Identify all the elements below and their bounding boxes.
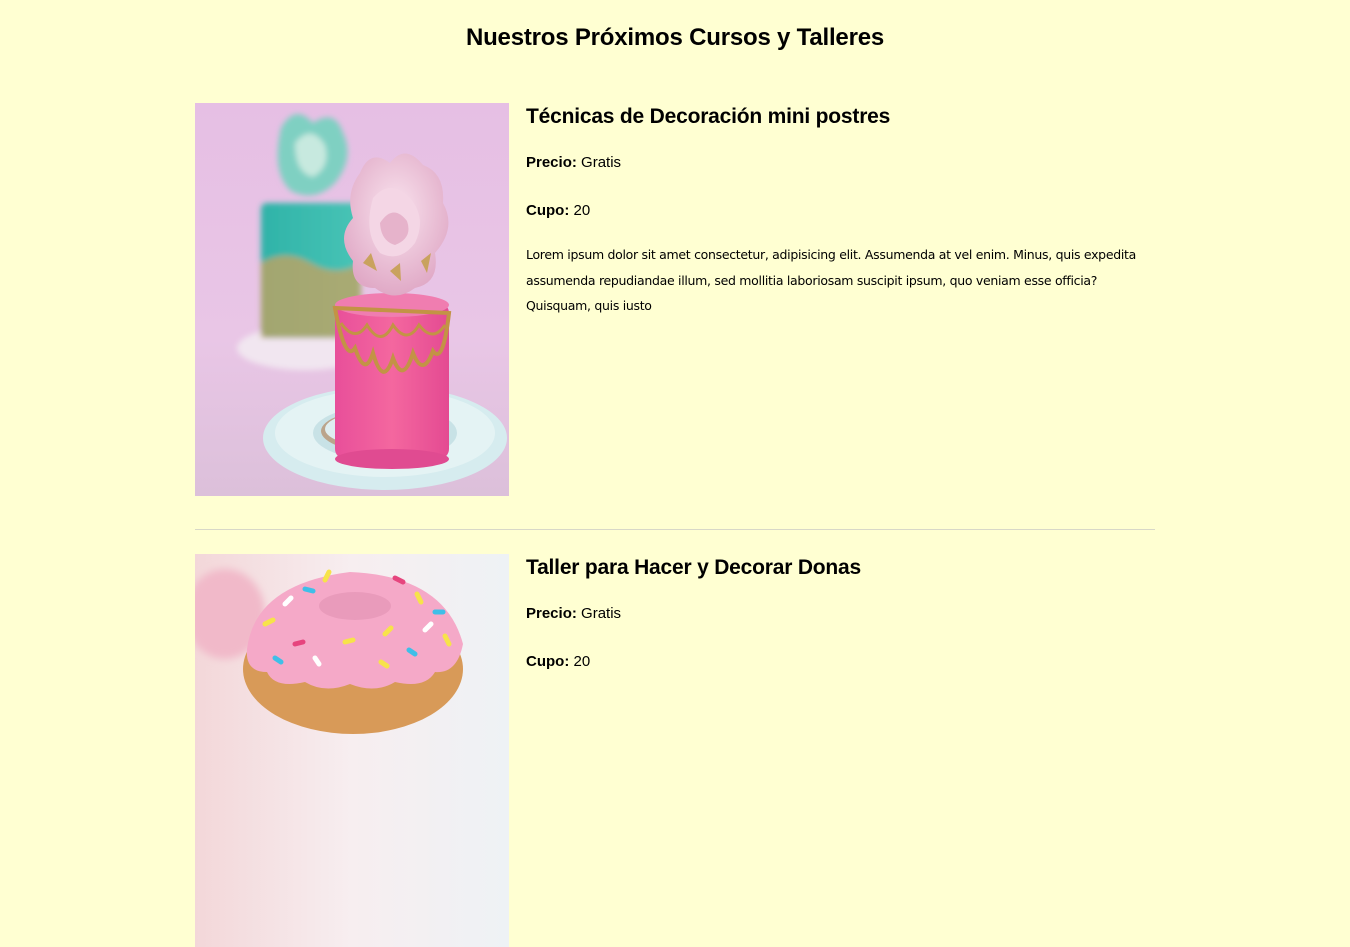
course-title: Taller para Hacer y Decorar Donas (526, 556, 862, 579)
course-info: Taller para Hacer y Decorar Donas Precio… (526, 554, 1155, 670)
course-cupo: Cupo: 20 (526, 652, 590, 672)
mini-cakes-photo (195, 103, 509, 496)
course-description: Lorem ipsum dolor sit amet consectetur, … (526, 247, 1136, 313)
course-card: Taller para Hacer y Decorar Donas Precio… (195, 554, 1155, 947)
course-divider (195, 529, 1155, 530)
cupo-value: 20 (573, 653, 591, 670)
course-title: Técnicas de Decoración mini postres (526, 105, 891, 128)
course-cupo: Cupo: 20 (526, 201, 590, 221)
course-card: Técnicas de Decoración mini postres Prec… (195, 103, 1155, 496)
donut-photo (195, 554, 509, 947)
course-price: Precio: Gratis (526, 153, 621, 173)
price-value: Gratis (581, 605, 622, 622)
course-info: Técnicas de Decoración mini postres Prec… (526, 103, 1155, 313)
page-title: Nuestros Próximos Cursos y Talleres (465, 24, 885, 51)
cupo-value: 20 (573, 202, 591, 219)
course-price: Precio: Gratis (526, 604, 621, 624)
cupo-label: Cupo: (526, 653, 570, 670)
price-label: Precio: (526, 605, 577, 622)
price-label: Precio: (526, 154, 577, 171)
cupo-label: Cupo: (526, 202, 570, 219)
price-value: Gratis (581, 154, 622, 171)
